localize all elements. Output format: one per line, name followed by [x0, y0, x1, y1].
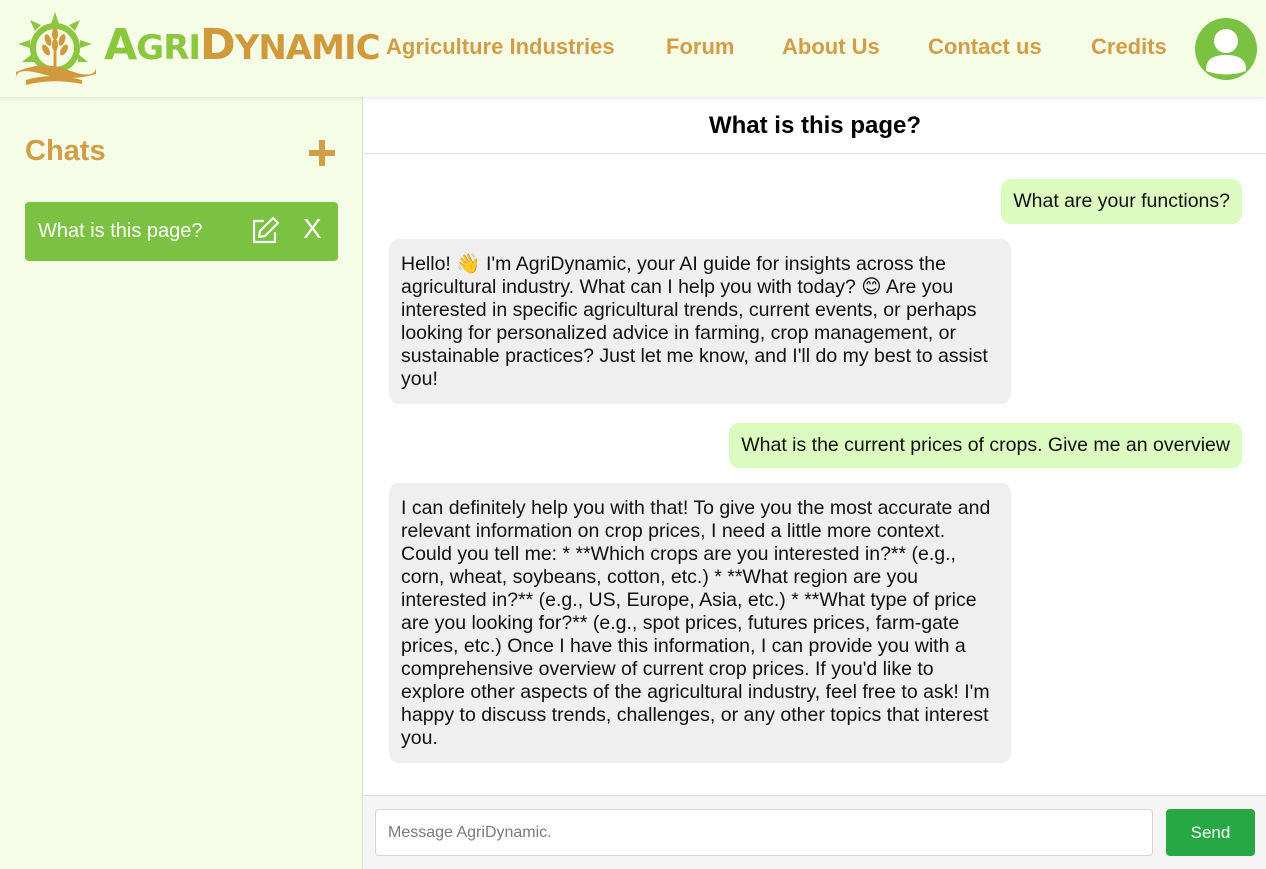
chat-title: What is this page? [364, 97, 1266, 154]
brand-letter-d: D [200, 20, 236, 70]
user-message: What are your functions? [1001, 179, 1242, 224]
chat-main: What is this page? What are your functio… [364, 97, 1266, 869]
chats-sidebar: Chats What is this page? X [0, 97, 363, 869]
bot-message: Hello! 👋 I'm AgriDynamic, your AI guide … [389, 239, 1011, 404]
nav-about-us[interactable]: About Us [782, 34, 880, 60]
edit-pencil-icon[interactable] [249, 215, 281, 247]
top-header: A GRI D YNAMIC Agriculture Industries Fo… [0, 0, 1266, 97]
nav-forum[interactable]: Forum [666, 34, 734, 60]
nav-contact-us[interactable]: Contact us [928, 34, 1042, 60]
message-input[interactable] [375, 809, 1153, 856]
user-avatar-icon[interactable] [1195, 18, 1257, 80]
chats-title: Chats [25, 135, 106, 167]
bot-message: I can definitely help you with that! To … [389, 483, 1011, 763]
brand-text-gri: GRI [136, 28, 201, 68]
send-button[interactable]: Send [1166, 809, 1255, 856]
brand-text-ynamic: YNAMIC [234, 28, 381, 68]
composer-bar: Send [364, 795, 1266, 869]
new-chat-plus-icon[interactable] [306, 137, 338, 169]
agridynamic-logo-icon[interactable] [12, 10, 98, 86]
delete-chat-close-icon[interactable]: X [303, 213, 322, 245]
messages-area[interactable]: What are your functions? Hello! 👋 I'm Ag… [364, 154, 1266, 795]
brand-wordmark[interactable]: A GRI D YNAMIC [104, 20, 381, 76]
user-message: What is the current prices of crops. Giv… [729, 423, 1242, 468]
chat-list-item[interactable]: What is this page? X [25, 202, 338, 261]
nav-credits[interactable]: Credits [1091, 34, 1167, 60]
nav-agriculture-industries[interactable]: Agriculture Industries [386, 34, 615, 60]
brand-letter-a: A [104, 20, 137, 70]
chat-item-label: What is this page? [38, 220, 203, 242]
